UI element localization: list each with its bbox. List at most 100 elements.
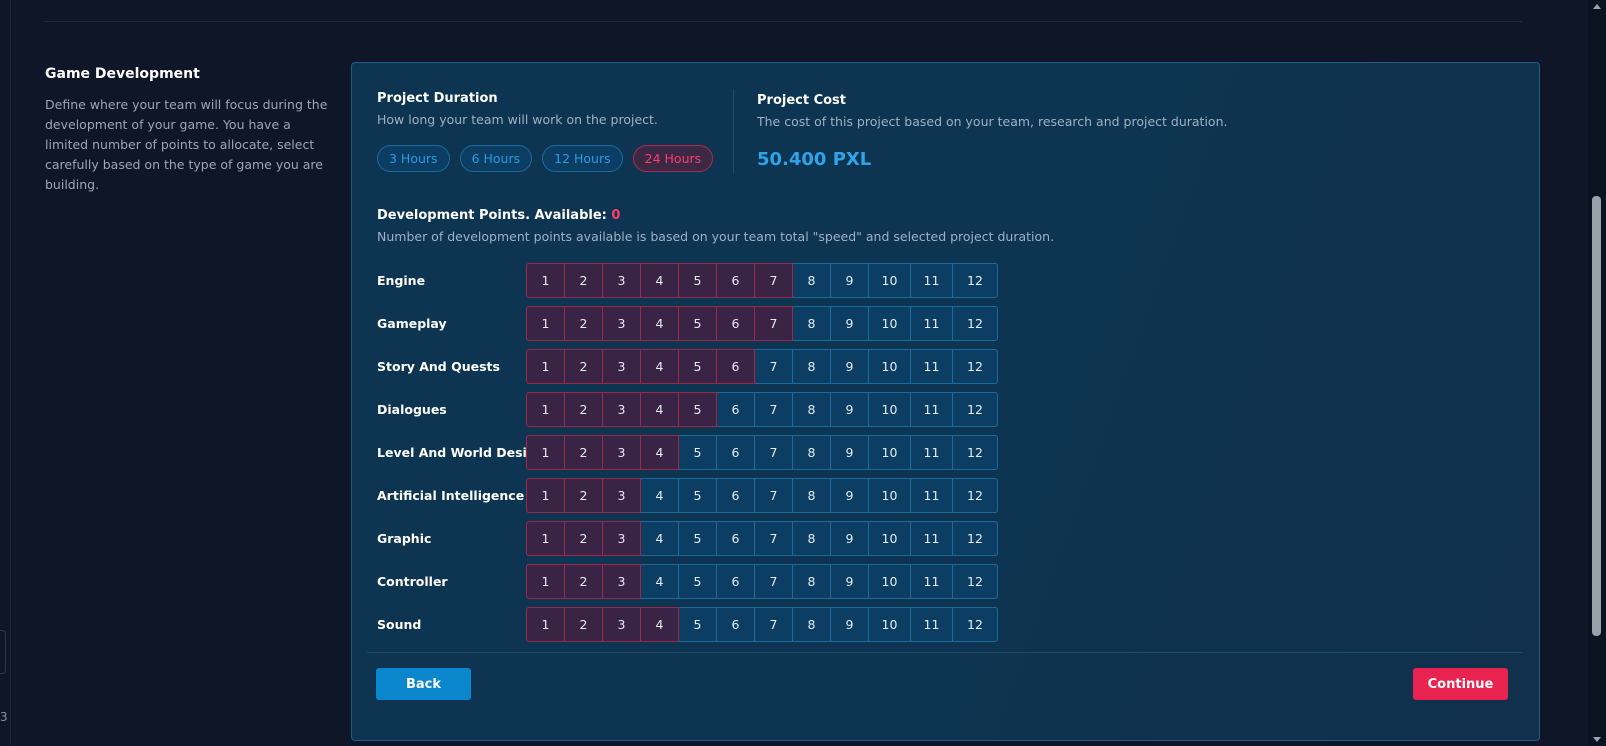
level-cell[interactable]: 9 (830, 521, 869, 556)
level-cell[interactable]: 9 (830, 564, 869, 599)
level-cell[interactable]: 4 (640, 564, 679, 599)
level-cell[interactable]: 1 (526, 564, 565, 599)
level-cell[interactable]: 2 (564, 349, 603, 384)
level-cell[interactable]: 3 (602, 521, 641, 556)
level-cell[interactable]: 7 (754, 521, 793, 556)
level-cell[interactable]: 7 (754, 263, 793, 298)
level-cell[interactable]: 7 (754, 392, 793, 427)
level-cell[interactable]: 9 (830, 349, 869, 384)
level-cell[interactable]: 8 (792, 263, 831, 298)
level-cell[interactable]: 4 (640, 435, 679, 470)
level-cell[interactable]: 5 (678, 435, 717, 470)
level-cell[interactable]: 11 (910, 306, 953, 341)
level-cell[interactable]: 11 (910, 392, 953, 427)
level-cell[interactable]: 10 (868, 435, 911, 470)
level-cell[interactable]: 7 (754, 478, 793, 513)
level-cell[interactable]: 2 (564, 478, 603, 513)
level-cell[interactable]: 1 (526, 521, 565, 556)
level-cell[interactable]: 6 (716, 435, 755, 470)
level-cell[interactable]: 4 (640, 392, 679, 427)
level-cell[interactable]: 6 (716, 521, 755, 556)
level-cell[interactable]: 9 (830, 306, 869, 341)
level-cell[interactable]: 8 (792, 521, 831, 556)
level-cell[interactable]: 1 (526, 478, 565, 513)
level-cell[interactable]: 4 (640, 521, 679, 556)
level-cell[interactable]: 9 (830, 478, 869, 513)
level-cell[interactable]: 8 (792, 607, 831, 642)
duration-option-3h[interactable]: 3 Hours (377, 145, 450, 172)
level-cell[interactable]: 11 (910, 564, 953, 599)
level-cell[interactable]: 7 (754, 564, 793, 599)
level-cell[interactable]: 8 (792, 349, 831, 384)
level-cell[interactable]: 12 (952, 306, 998, 341)
level-cell[interactable]: 3 (602, 435, 641, 470)
level-cell[interactable]: 12 (952, 478, 998, 513)
level-cell[interactable]: 1 (526, 349, 565, 384)
level-cell[interactable]: 1 (526, 306, 565, 341)
scroll-up-icon[interactable] (1593, 4, 1601, 9)
level-cell[interactable]: 2 (564, 521, 603, 556)
back-button[interactable]: Back (376, 668, 471, 700)
level-cell[interactable]: 5 (678, 607, 717, 642)
level-cell[interactable]: 2 (564, 607, 603, 642)
level-cell[interactable]: 1 (526, 435, 565, 470)
level-cell[interactable]: 11 (910, 521, 953, 556)
level-cell[interactable]: 11 (910, 478, 953, 513)
level-cell[interactable]: 5 (678, 392, 717, 427)
level-cell[interactable]: 8 (792, 306, 831, 341)
level-cell[interactable]: 10 (868, 392, 911, 427)
level-cell[interactable]: 10 (868, 263, 911, 298)
level-cell[interactable]: 2 (564, 392, 603, 427)
level-cell[interactable]: 7 (754, 306, 793, 341)
scroll-down-icon[interactable] (1593, 737, 1601, 742)
level-cell[interactable]: 10 (868, 607, 911, 642)
level-cell[interactable]: 5 (678, 263, 717, 298)
level-cell[interactable]: 5 (678, 478, 717, 513)
level-cell[interactable]: 12 (952, 392, 998, 427)
level-cell[interactable]: 2 (564, 564, 603, 599)
level-cell[interactable]: 3 (602, 263, 641, 298)
level-cell[interactable]: 2 (564, 435, 603, 470)
level-cell[interactable]: 8 (792, 478, 831, 513)
level-cell[interactable]: 12 (952, 521, 998, 556)
level-cell[interactable]: 12 (952, 564, 998, 599)
level-cell[interactable]: 10 (868, 521, 911, 556)
level-cell[interactable]: 12 (952, 263, 998, 298)
level-cell[interactable]: 11 (910, 435, 953, 470)
side-panel-handle[interactable] (0, 630, 6, 674)
level-cell[interactable]: 4 (640, 478, 679, 513)
level-cell[interactable]: 6 (716, 564, 755, 599)
level-cell[interactable]: 11 (910, 607, 953, 642)
level-cell[interactable]: 4 (640, 349, 679, 384)
level-cell[interactable]: 11 (910, 263, 953, 298)
level-cell[interactable]: 4 (640, 263, 679, 298)
level-cell[interactable]: 11 (910, 349, 953, 384)
level-cell[interactable]: 3 (602, 349, 641, 384)
duration-option-6h[interactable]: 6 Hours (459, 145, 533, 172)
level-cell[interactable]: 5 (678, 306, 717, 341)
scroll-thumb[interactable] (1592, 196, 1601, 636)
duration-option-24h[interactable]: 24 Hours (632, 145, 714, 172)
level-cell[interactable]: 1 (526, 392, 565, 427)
level-cell[interactable]: 10 (868, 349, 911, 384)
level-cell[interactable]: 9 (830, 263, 869, 298)
level-cell[interactable]: 9 (830, 607, 869, 642)
level-cell[interactable]: 10 (868, 306, 911, 341)
level-cell[interactable]: 3 (602, 306, 641, 341)
level-cell[interactable]: 10 (868, 564, 911, 599)
level-cell[interactable]: 3 (602, 478, 641, 513)
level-cell[interactable]: 1 (526, 263, 565, 298)
duration-option-12h[interactable]: 12 Hours (542, 145, 623, 172)
level-cell[interactable]: 3 (602, 607, 641, 642)
level-cell[interactable]: 8 (792, 564, 831, 599)
level-cell[interactable]: 8 (792, 435, 831, 470)
level-cell[interactable]: 10 (868, 478, 911, 513)
level-cell[interactable]: 5 (678, 349, 717, 384)
level-cell[interactable]: 5 (678, 564, 717, 599)
scrollbar[interactable] (1588, 0, 1606, 746)
level-cell[interactable]: 12 (952, 607, 998, 642)
level-cell[interactable]: 6 (716, 478, 755, 513)
level-cell[interactable]: 9 (830, 435, 869, 470)
level-cell[interactable]: 2 (564, 263, 603, 298)
level-cell[interactable]: 7 (754, 435, 793, 470)
